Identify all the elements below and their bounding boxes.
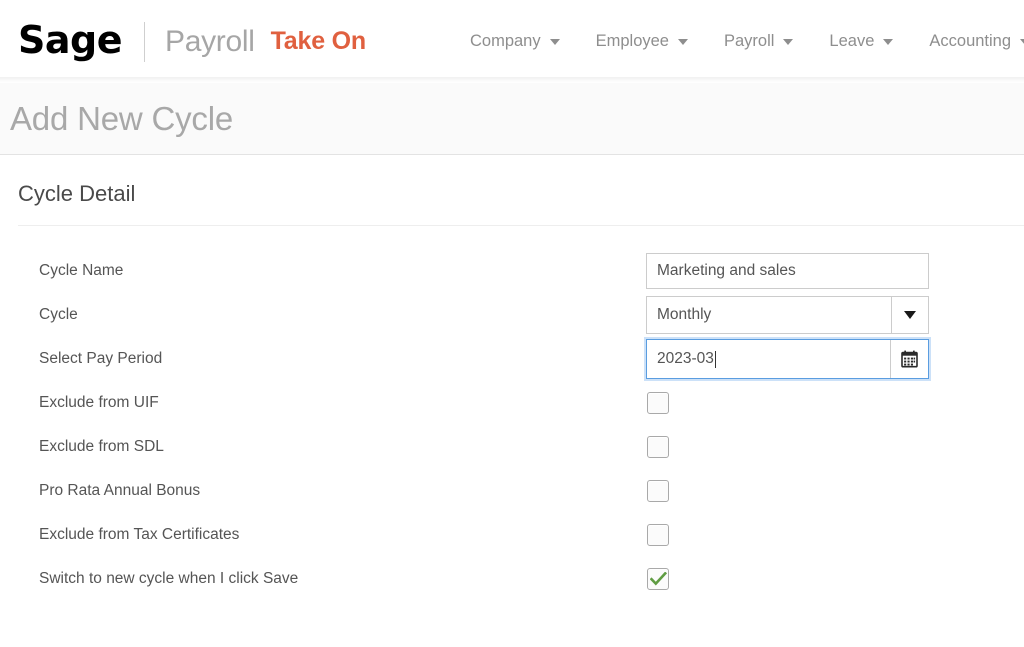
cycle-detail-form: Cycle Name Cycle Monthly Select Pay Peri… [0,226,1024,601]
checkmark-icon [649,572,667,586]
page-title-bar: Add New Cycle [0,83,1024,155]
main-menu: Company Employee Payroll Leave Accountin… [452,26,1024,57]
form-row-cycle-name: Cycle Name [0,249,1024,293]
calendar-icon [901,350,918,368]
switch-to-new-cycle-checkbox[interactable] [647,568,669,590]
form-row-pro-rata-bonus: Pro Rata Annual Bonus [0,469,1024,513]
nav-item-leave[interactable]: Leave [811,26,911,57]
section-title-cycle-detail: Cycle Detail [18,181,136,206]
sage-logo[interactable]: Sage [18,21,122,63]
form-row-switch-to-new-cycle: Switch to new cycle when I click Save [0,557,1024,601]
exclude-tax-certificates-label: Exclude from Tax Certificates [39,526,240,543]
brand-divider [143,21,145,62]
exclude-uif-control [646,392,669,414]
form-row-pay-period: Select Pay Period 2023-03 [0,337,1024,381]
nav-item-label: Company [469,32,541,50]
top-navigation-bar: Sage Payroll Take On Company Employee Pa… [0,0,1024,83]
exclude-sdl-control [646,436,669,458]
pro-rata-bonus-checkbox[interactable] [647,480,669,502]
pay-period-input[interactable]: 2023-03 [647,340,890,378]
pay-period-datepicker[interactable]: 2023-03 [646,339,929,379]
form-row-exclude-tax-certificates: Exclude from Tax Certificates [0,513,1024,557]
exclude-sdl-checkbox[interactable] [647,436,669,458]
exclude-tax-certificates-control [646,524,669,546]
cycle-select[interactable]: Monthly [646,296,929,334]
cycle-name-control [646,253,929,289]
module-name-label: Take On [270,27,367,55]
cycle-dropdown-button[interactable] [891,297,928,333]
exclude-tax-certificates-checkbox[interactable] [647,524,669,546]
form-row-exclude-uif: Exclude from UIF [0,381,1024,425]
product-name-label: Payroll [164,24,255,58]
chevron-down-icon [883,38,894,45]
nav-item-label: Employee [595,32,669,50]
brand-block: Sage Payroll Take On [18,21,366,63]
switch-to-new-cycle-label: Switch to new cycle when I click Save [39,570,299,587]
chevron-down-icon [1020,38,1024,45]
nav-item-accounting[interactable]: Accounting [911,26,1024,57]
cycle-label: Cycle [39,306,78,323]
pay-period-label: Select Pay Period [39,350,163,367]
nav-item-label: Payroll [723,32,775,50]
pay-period-control: 2023-03 [646,339,929,379]
cycle-select-value: Monthly [647,297,891,333]
nav-item-company[interactable]: Company [452,26,578,57]
cycle-name-label: Cycle Name [39,262,124,279]
nav-item-label: Leave [829,32,875,50]
caret-down-icon [904,311,916,319]
pay-period-value: 2023-03 [657,350,714,367]
nav-item-payroll[interactable]: Payroll [706,26,811,57]
text-cursor [714,350,717,368]
nav-item-employee[interactable]: Employee [578,26,706,57]
switch-to-new-cycle-control [646,568,669,590]
calendar-button[interactable] [890,340,928,378]
nav-item-label: Accounting [929,32,1012,50]
page-title: Add New Cycle [10,99,233,137]
chevron-down-icon [783,38,794,45]
form-row-exclude-sdl: Exclude from SDL [0,425,1024,469]
chevron-down-icon [677,38,688,45]
cycle-control: Monthly [646,296,929,334]
page-content: Cycle Detail Cycle Name Cycle Monthly [0,155,1024,601]
pro-rata-bonus-label: Pro Rata Annual Bonus [39,482,201,499]
exclude-sdl-label: Exclude from SDL [39,438,164,455]
pro-rata-bonus-control [646,480,669,502]
cycle-name-input[interactable] [646,253,929,289]
exclude-uif-label: Exclude from UIF [39,394,159,411]
exclude-uif-checkbox[interactable] [647,392,669,414]
form-row-cycle: Cycle Monthly [0,293,1024,337]
chevron-down-icon [549,38,560,45]
